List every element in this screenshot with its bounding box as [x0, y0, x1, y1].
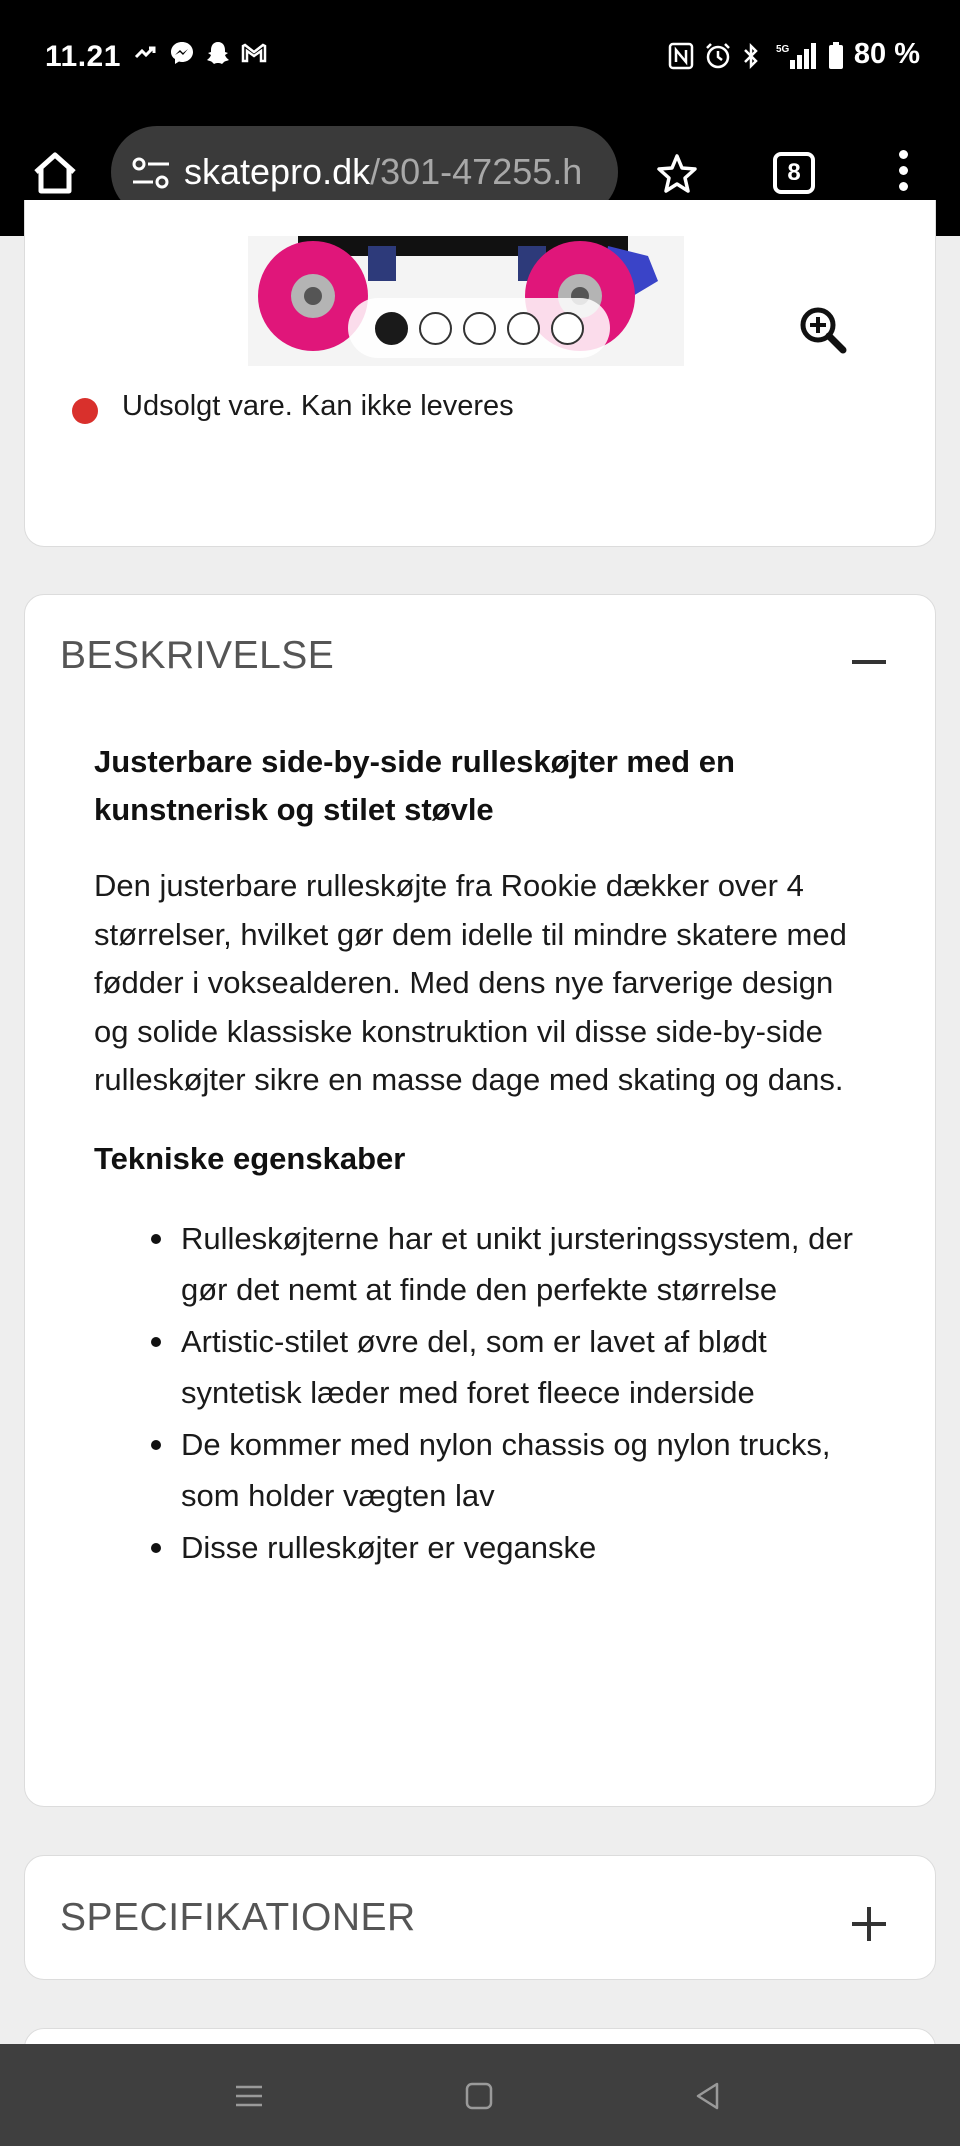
5g-signal-icon: 5G	[776, 42, 818, 69]
list-item: Artistic-stilet øvre del, som er lavet a…	[151, 1316, 876, 1419]
description-heading: Justerbare side-by-side rulleskøjter med…	[94, 744, 735, 827]
zoom-in-icon[interactable]	[798, 305, 848, 355]
url-domain: skatepro.dk	[184, 151, 371, 192]
overflow-menu-icon[interactable]	[893, 150, 913, 198]
svg-text:5G: 5G	[776, 44, 790, 55]
snapchat-icon	[205, 40, 231, 66]
bluetooth-icon	[740, 42, 766, 69]
carousel-dot-1[interactable]	[374, 311, 408, 345]
status-bar: 11.21 5G 80 %	[0, 0, 960, 118]
list-item: Rulleskøjterne har et unikt jursteringss…	[151, 1213, 876, 1316]
carousel-dot-5[interactable]	[550, 311, 584, 345]
tab-switcher-button[interactable]: 8	[773, 152, 815, 194]
carousel-dot-2[interactable]	[418, 311, 452, 345]
description-paragraph: Den justerbare rulleskøjte fra Rookie dæ…	[94, 868, 847, 1097]
gmail-icon	[241, 40, 267, 66]
nfc-icon	[668, 42, 694, 69]
missed-call-icon	[133, 40, 159, 66]
alarm-icon	[704, 42, 730, 68]
carousel-dot-3[interactable]	[462, 311, 496, 345]
notification-icons	[133, 40, 267, 66]
carousel-dot-4[interactable]	[506, 311, 540, 345]
specifications-section-title[interactable]: SPECIFIKATIONER	[60, 1896, 416, 1940]
features-heading: Tekniske egenskaber	[94, 1140, 406, 1176]
home-nav-icon[interactable]	[462, 2079, 496, 2113]
url-text: skatepro.dk/301-47255.h	[184, 151, 582, 193]
site-settings-icon[interactable]	[131, 156, 171, 190]
features-list: Rulleskøjterne har et unikt jursteringss…	[94, 1213, 876, 1574]
messenger-icon	[169, 40, 195, 66]
expand-plus-icon[interactable]	[852, 1907, 886, 1941]
stock-status-text: Udsolgt vare. Kan ikke leveres	[122, 390, 514, 422]
battery-icon	[828, 41, 844, 69]
list-item: Disse rulleskøjter er veganske	[151, 1522, 876, 1574]
home-icon[interactable]	[30, 148, 80, 198]
back-icon[interactable]	[690, 2079, 724, 2113]
battery-percentage: 80 %	[853, 38, 920, 70]
system-icons: 5G 80 %	[668, 38, 920, 71]
bookmark-star-icon[interactable]	[655, 152, 699, 196]
list-item: De kommer med nylon chassis og nylon tru…	[151, 1419, 876, 1522]
description-section-title[interactable]: BESKRIVELSE	[60, 634, 334, 678]
collapse-minus-icon[interactable]	[852, 660, 886, 664]
image-carousel-indicator[interactable]	[348, 298, 610, 358]
description-content: Justerbare side-by-side rulleskøjter med…	[94, 738, 876, 1573]
status-time: 11.21	[45, 40, 121, 73]
recent-apps-icon[interactable]	[232, 2079, 266, 2113]
url-path: /301-47255.h	[370, 151, 583, 192]
stock-status-dot	[72, 398, 98, 424]
